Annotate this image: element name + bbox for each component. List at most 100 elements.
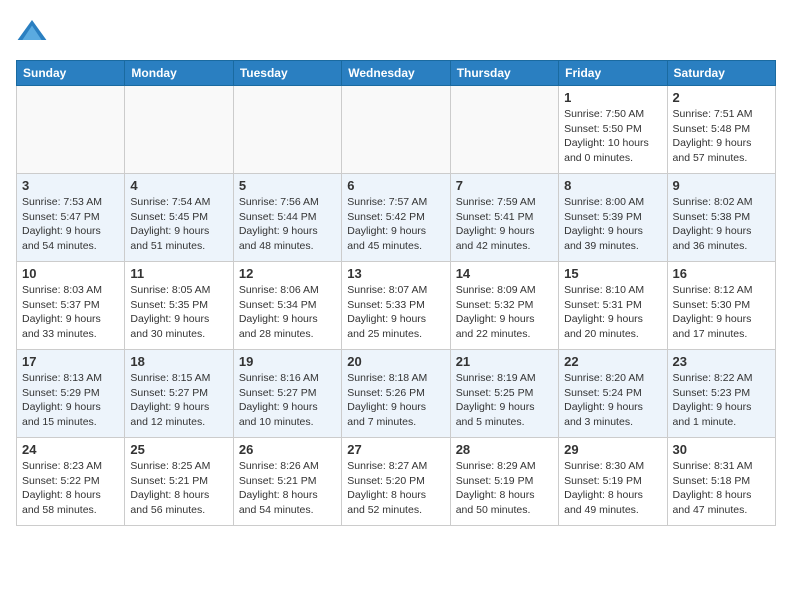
day-number: 12 [239, 266, 336, 281]
day-number: 10 [22, 266, 119, 281]
day-number: 24 [22, 442, 119, 457]
calendar-cell [450, 86, 558, 174]
calendar-table: SundayMondayTuesdayWednesdayThursdayFrid… [16, 60, 776, 526]
calendar-cell: 27 Sunrise: 8:27 AM Sunset: 5:20 PM Dayli… [342, 438, 450, 526]
calendar-cell: 11Sunrise: 8:05 AM Sunset: 5:35 PM Dayli… [125, 262, 233, 350]
day-number: 17 [22, 354, 119, 369]
day-info: Sunrise: 8:19 AM Sunset: 5:25 PM Dayligh… [456, 371, 553, 430]
calendar-cell [342, 86, 450, 174]
day-number: 19 [239, 354, 336, 369]
calendar-cell: 30 Sunrise: 8:31 AM Sunset: 5:18 PM Dayli… [667, 438, 775, 526]
day-info: Sunrise: 8:12 AM Sunset: 5:30 PM Dayligh… [673, 283, 770, 342]
calendar-cell: 16 Sunrise: 8:12 AM Sunset: 5:30 PM Dayli… [667, 262, 775, 350]
day-number: 4 [130, 178, 227, 193]
calendar-cell: 14 Sunrise: 8:09 AM Sunset: 5:32 PM Dayli… [450, 262, 558, 350]
day-info: Sunrise: 7:57 AM Sunset: 5:42 PM Dayligh… [347, 195, 444, 254]
day-info: Sunrise: 8:03 AM Sunset: 5:37 PM Dayligh… [22, 283, 119, 342]
week-row: 3 Sunrise: 7:53 AM Sunset: 5:47 PM Daylig… [17, 174, 776, 262]
weekday-row: SundayMondayTuesdayWednesdayThursdayFrid… [17, 61, 776, 86]
day-number: 15 [564, 266, 661, 281]
day-info: Sunrise: 8:10 AM Sunset: 5:31 PM Dayligh… [564, 283, 661, 342]
day-number: 21 [456, 354, 553, 369]
calendar-cell: 7 Sunrise: 7:59 AM Sunset: 5:41 PM Daylig… [450, 174, 558, 262]
day-number: 8 [564, 178, 661, 193]
day-number: 28 [456, 442, 553, 457]
day-info: Sunrise: 8:25 AM Sunset: 5:21 PM Dayligh… [130, 459, 227, 518]
day-number: 26 [239, 442, 336, 457]
calendar-cell: 13Sunrise: 8:07 AM Sunset: 5:33 PM Dayli… [342, 262, 450, 350]
calendar-body: 1 Sunrise: 7:50 AM Sunset: 5:50 PM Daylig… [17, 86, 776, 526]
calendar-cell: 20 Sunrise: 8:18 AM Sunset: 5:26 PM Dayli… [342, 350, 450, 438]
calendar-cell: 29 Sunrise: 8:30 AM Sunset: 5:19 PM Dayli… [559, 438, 667, 526]
day-info: Sunrise: 8:18 AM Sunset: 5:26 PM Dayligh… [347, 371, 444, 430]
weekday-header: Sunday [17, 61, 125, 86]
calendar-cell: 2Sunrise: 7:51 AM Sunset: 5:48 PM Daylig… [667, 86, 775, 174]
day-info: Sunrise: 8:26 AM Sunset: 5:21 PM Dayligh… [239, 459, 336, 518]
day-number: 16 [673, 266, 770, 281]
day-info: Sunrise: 8:09 AM Sunset: 5:32 PM Dayligh… [456, 283, 553, 342]
calendar-cell: 25Sunrise: 8:25 AM Sunset: 5:21 PM Dayli… [125, 438, 233, 526]
day-info: Sunrise: 8:22 AM Sunset: 5:23 PM Dayligh… [673, 371, 770, 430]
day-number: 27 [347, 442, 444, 457]
calendar-cell: 3 Sunrise: 7:53 AM Sunset: 5:47 PM Daylig… [17, 174, 125, 262]
day-number: 1 [564, 90, 661, 105]
day-number: 9 [673, 178, 770, 193]
calendar-cell: 12 Sunrise: 8:06 AM Sunset: 5:34 PM Dayli… [233, 262, 341, 350]
day-info: Sunrise: 8:00 AM Sunset: 5:39 PM Dayligh… [564, 195, 661, 254]
header [16, 16, 776, 48]
calendar-cell: 4Sunrise: 7:54 AM Sunset: 5:45 PM Daylig… [125, 174, 233, 262]
day-info: Sunrise: 8:27 AM Sunset: 5:20 PM Dayligh… [347, 459, 444, 518]
week-row: 24 Sunrise: 8:23 AM Sunset: 5:22 PM Dayli… [17, 438, 776, 526]
day-info: Sunrise: 7:53 AM Sunset: 5:47 PM Dayligh… [22, 195, 119, 254]
weekday-header: Tuesday [233, 61, 341, 86]
day-number: 6 [347, 178, 444, 193]
day-info: Sunrise: 7:50 AM Sunset: 5:50 PM Dayligh… [564, 107, 661, 166]
weekday-header: Thursday [450, 61, 558, 86]
day-number: 22 [564, 354, 661, 369]
day-number: 3 [22, 178, 119, 193]
week-row: 1 Sunrise: 7:50 AM Sunset: 5:50 PM Daylig… [17, 86, 776, 174]
calendar-cell: 10 Sunrise: 8:03 AM Sunset: 5:37 PM Dayli… [17, 262, 125, 350]
day-info: Sunrise: 8:31 AM Sunset: 5:18 PM Dayligh… [673, 459, 770, 518]
day-info: Sunrise: 8:30 AM Sunset: 5:19 PM Dayligh… [564, 459, 661, 518]
calendar-cell: 26 Sunrise: 8:26 AM Sunset: 5:21 PM Dayli… [233, 438, 341, 526]
day-info: Sunrise: 7:59 AM Sunset: 5:41 PM Dayligh… [456, 195, 553, 254]
day-info: Sunrise: 8:29 AM Sunset: 5:19 PM Dayligh… [456, 459, 553, 518]
weekday-header: Friday [559, 61, 667, 86]
day-info: Sunrise: 8:06 AM Sunset: 5:34 PM Dayligh… [239, 283, 336, 342]
calendar-header: SundayMondayTuesdayWednesdayThursdayFrid… [17, 61, 776, 86]
weekday-header: Monday [125, 61, 233, 86]
calendar-cell: 19Sunrise: 8:16 AM Sunset: 5:27 PM Dayli… [233, 350, 341, 438]
calendar-cell: 28 Sunrise: 8:29 AM Sunset: 5:19 PM Dayli… [450, 438, 558, 526]
day-info: Sunrise: 7:56 AM Sunset: 5:44 PM Dayligh… [239, 195, 336, 254]
logo [16, 16, 52, 48]
calendar-cell: 5Sunrise: 7:56 AM Sunset: 5:44 PM Daylig… [233, 174, 341, 262]
calendar-cell: 22 Sunrise: 8:20 AM Sunset: 5:24 PM Dayli… [559, 350, 667, 438]
calendar-cell [17, 86, 125, 174]
day-number: 20 [347, 354, 444, 369]
day-number: 14 [456, 266, 553, 281]
day-info: Sunrise: 8:23 AM Sunset: 5:22 PM Dayligh… [22, 459, 119, 518]
day-info: Sunrise: 8:15 AM Sunset: 5:27 PM Dayligh… [130, 371, 227, 430]
day-number: 7 [456, 178, 553, 193]
logo-icon [16, 16, 48, 48]
day-info: Sunrise: 8:02 AM Sunset: 5:38 PM Dayligh… [673, 195, 770, 254]
weekday-header: Saturday [667, 61, 775, 86]
day-number: 11 [130, 266, 227, 281]
day-info: Sunrise: 8:20 AM Sunset: 5:24 PM Dayligh… [564, 371, 661, 430]
day-number: 29 [564, 442, 661, 457]
calendar-cell: 21 Sunrise: 8:19 AM Sunset: 5:25 PM Dayli… [450, 350, 558, 438]
calendar-cell [233, 86, 341, 174]
day-number: 30 [673, 442, 770, 457]
day-info: Sunrise: 8:07 AM Sunset: 5:33 PM Dayligh… [347, 283, 444, 342]
calendar-cell: 15 Sunrise: 8:10 AM Sunset: 5:31 PM Dayli… [559, 262, 667, 350]
calendar-cell: 23Sunrise: 8:22 AM Sunset: 5:23 PM Dayli… [667, 350, 775, 438]
calendar-cell: 8 Sunrise: 8:00 AM Sunset: 5:39 PM Daylig… [559, 174, 667, 262]
day-number: 2 [673, 90, 770, 105]
calendar-cell: 24 Sunrise: 8:23 AM Sunset: 5:22 PM Dayli… [17, 438, 125, 526]
calendar-cell: 18Sunrise: 8:15 AM Sunset: 5:27 PM Dayli… [125, 350, 233, 438]
calendar-cell: 9 Sunrise: 8:02 AM Sunset: 5:38 PM Daylig… [667, 174, 775, 262]
calendar-cell [125, 86, 233, 174]
calendar-cell: 6 Sunrise: 7:57 AM Sunset: 5:42 PM Daylig… [342, 174, 450, 262]
weekday-header: Wednesday [342, 61, 450, 86]
